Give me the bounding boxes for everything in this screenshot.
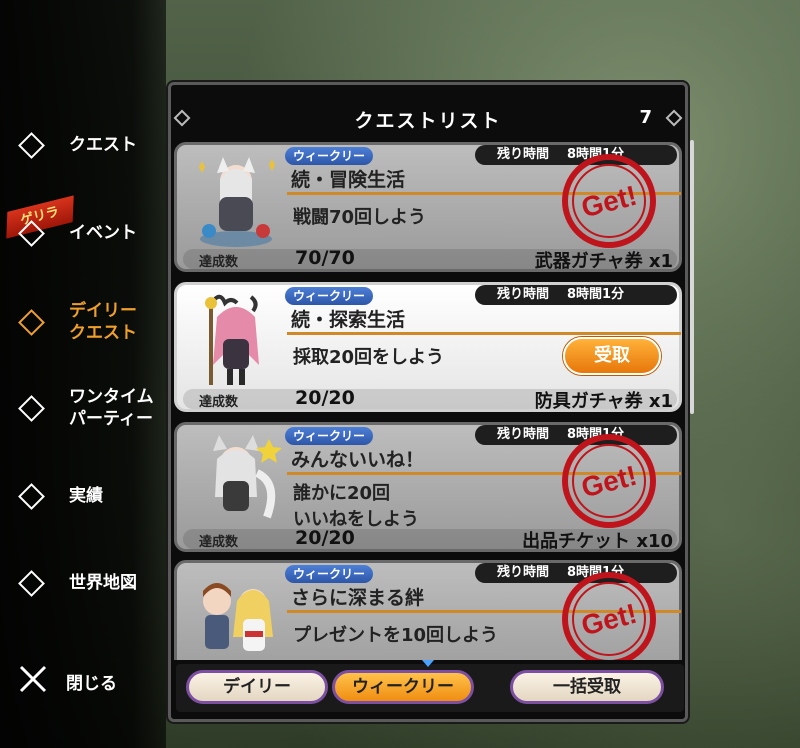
weekly-tag: ウィークリー — [285, 565, 373, 583]
panel-title: クエストリスト — [354, 110, 502, 132]
quest-card[interactable]: ウィークリー 残り時間 8時間1分 みんないいね！ 誰かに20回 いいねをしよう … — [174, 422, 682, 552]
panel-header: クエストリスト 7 — [168, 100, 688, 136]
sidebar: クエスト ゲリラ イベント デイリー クエスト ワンタイム パーティー 実績 世… — [0, 0, 166, 748]
time-remaining-label: 残り時間 — [497, 287, 550, 302]
character-portrait — [203, 583, 273, 651]
sidebar-item-event[interactable]: イベント — [18, 219, 137, 247]
reward: 武器ガチャ券 x1 — [534, 251, 673, 272]
diamond-icon — [18, 219, 45, 247]
quest-title: 続・探索生活 — [291, 309, 406, 331]
time-remaining-label: 残り時間 — [497, 147, 550, 162]
sidebar-item-label: イベント — [69, 223, 137, 243]
stamp-text: Get! — [578, 598, 640, 642]
tab-daily[interactable]: デイリー — [186, 670, 328, 704]
quest-card[interactable]: ウィークリー 残り時間 8時間1分 続・探索生活 採取20回をしよう 受取 達成数… — [174, 282, 682, 412]
stamp-text: Get! — [578, 180, 640, 224]
sidebar-item-quest[interactable]: クエスト — [18, 131, 137, 159]
progress-value: 70/70 — [295, 247, 355, 269]
character-portrait — [199, 157, 275, 247]
progress-value: 20/20 — [295, 387, 355, 409]
quest-title: さらに深まる絆 — [291, 587, 425, 609]
get-stamp-icon: Get! — [562, 154, 656, 248]
claim-all-button[interactable]: 一括受取 — [510, 670, 664, 704]
quest-count: 7 — [639, 107, 652, 128]
tab-weekly[interactable]: ウィークリー — [332, 670, 474, 704]
progress-label: 達成数 — [199, 255, 239, 270]
quest-objective: 採取20回をしよう — [293, 347, 445, 368]
progress-value: 20/20 — [295, 527, 355, 549]
quest-title: みんないいね！ — [291, 449, 425, 471]
character-portrait — [213, 435, 282, 519]
get-stamp-icon: Get! — [562, 572, 656, 660]
sidebar-item-onetime-party[interactable]: ワンタイム パーティー — [18, 386, 154, 430]
reward: 出品チケット x10 — [522, 531, 673, 552]
diamond-icon — [18, 394, 45, 422]
scroll-down-arrow-icon — [422, 660, 434, 667]
quest-objective: 戦闘70回しよう — [293, 207, 427, 228]
diamond-icon — [18, 569, 45, 597]
quest-objective: プレゼントを10回しよう — [293, 625, 499, 646]
sidebar-item-label: 実績 — [69, 486, 103, 506]
quest-card[interactable]: ウィークリー 残り時間 8時間1分 さらに深まる絆 プレゼントを10回しよう Ge… — [174, 560, 682, 660]
close-icon[interactable] — [18, 664, 48, 694]
time-remaining: 残り時間 8時間1分 — [475, 285, 677, 305]
quest-objective: 誰かに20回 いいねをしよう — [293, 483, 419, 530]
sidebar-item-daily-quest[interactable]: デイリー クエスト — [18, 300, 137, 344]
scrollbar[interactable] — [690, 140, 694, 414]
sidebar-item-achievements[interactable]: 実績 — [18, 482, 103, 510]
progress-label: 達成数 — [199, 535, 239, 550]
weekly-tag: ウィークリー — [285, 147, 373, 165]
time-remaining-label: 残り時間 — [497, 565, 550, 580]
get-stamp-icon: Get! — [562, 434, 656, 528]
sidebar-item-label: ワンタイム パーティー — [69, 387, 154, 429]
weekly-tag: ウィークリー — [285, 287, 373, 305]
quest-list[interactable]: ウィークリー 残り時間 8時間1分 続・冒険生活 戦闘70回しよう 達成数 70/… — [174, 140, 686, 660]
quest-title: 続・冒険生活 — [291, 169, 406, 191]
character-portrait — [205, 294, 259, 385]
reward: 防具ガチャ券 x1 — [534, 391, 673, 412]
claim-button[interactable]: 受取 — [563, 337, 661, 375]
close-button[interactable]: 閉じる — [66, 669, 117, 694]
divider — [287, 332, 681, 335]
sidebar-item-label: デイリー クエスト — [69, 301, 137, 343]
diamond-icon — [18, 482, 45, 510]
sidebar-item-world-map[interactable]: 世界地図 — [18, 569, 137, 597]
quest-card[interactable]: ウィークリー 残り時間 8時間1分 続・冒険生活 戦闘70回しよう 達成数 70/… — [174, 142, 682, 272]
sidebar-item-label: クエスト — [69, 135, 137, 155]
diamond-icon — [18, 131, 45, 159]
diamond-icon — [18, 308, 45, 336]
time-remaining-value: 8時間1分 — [567, 287, 625, 302]
progress-label: 達成数 — [199, 395, 239, 410]
time-remaining-label: 残り時間 — [497, 427, 550, 442]
weekly-tag: ウィークリー — [285, 427, 373, 445]
stamp-text: Get! — [578, 460, 640, 504]
sidebar-item-label: 世界地図 — [69, 573, 137, 593]
